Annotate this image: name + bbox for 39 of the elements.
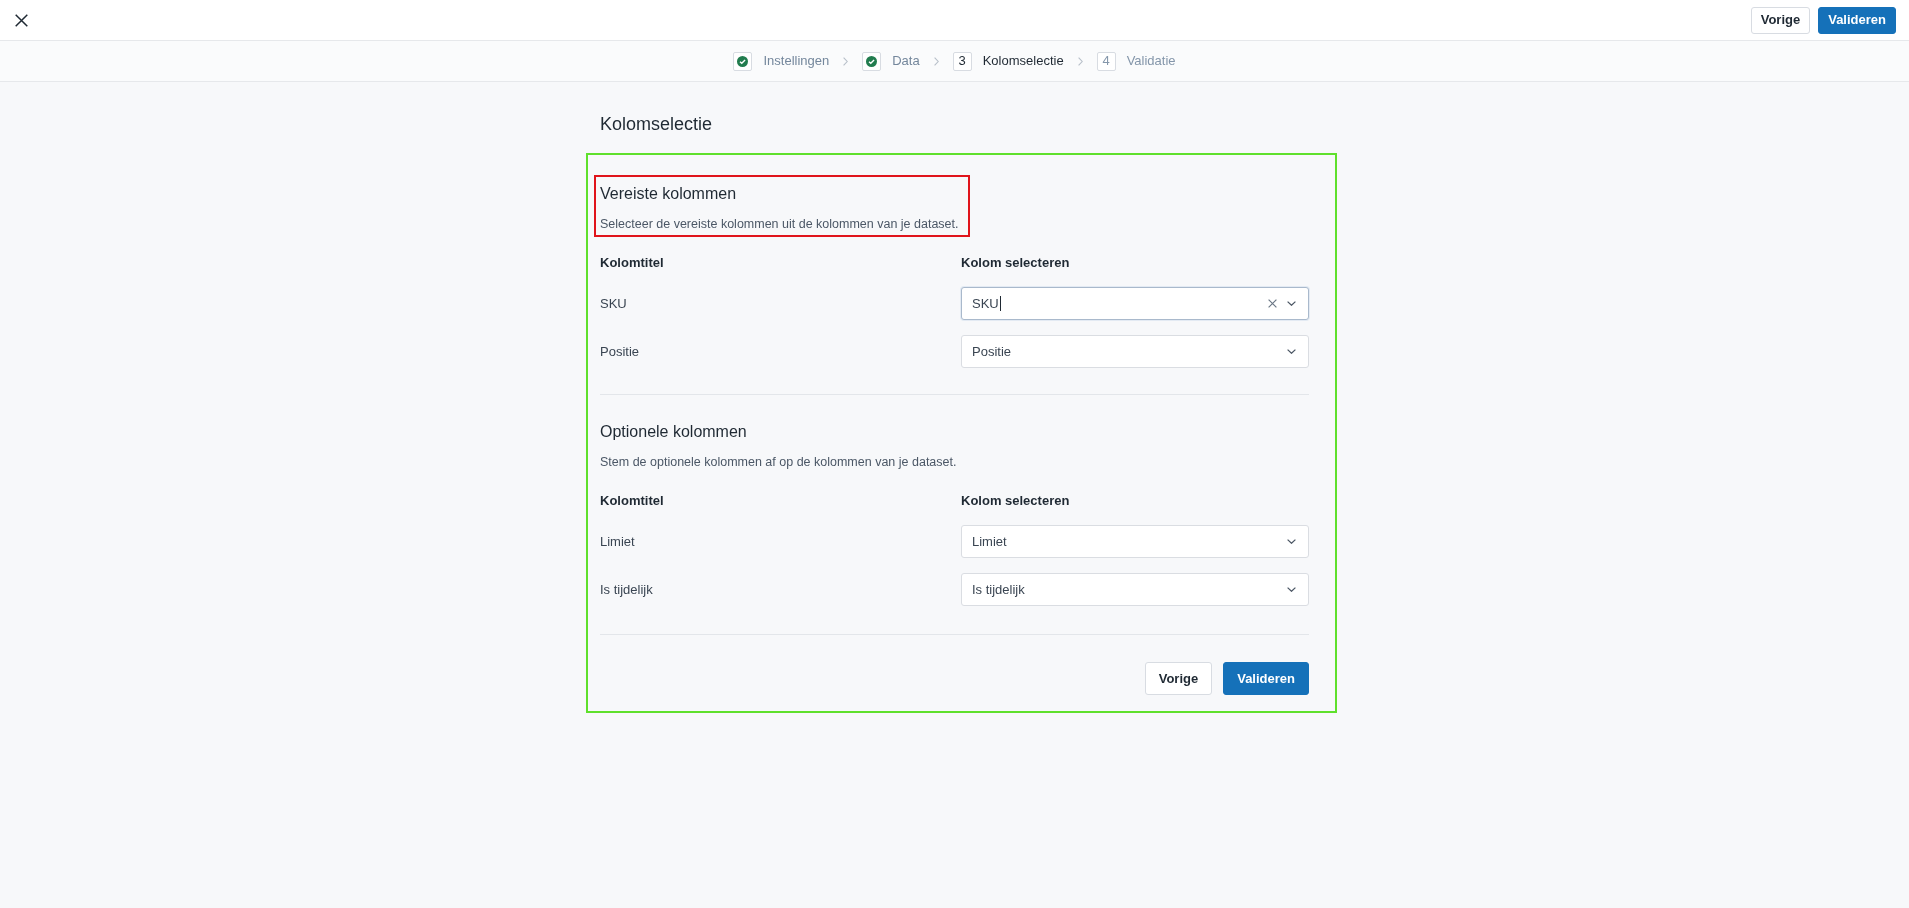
column-select[interactable]: Positie [961, 335, 1309, 368]
back-button[interactable]: Vorige [1144, 662, 1213, 695]
column-title: Is tijdelijk [600, 580, 653, 599]
column-header: Kolomtitel [600, 492, 664, 510]
column-select[interactable]: Is tijdelijk [961, 573, 1309, 606]
section-title: Vereiste kolommen [600, 184, 737, 204]
chevron-right-icon [843, 56, 849, 66]
section-description: Selecteer de vereiste kolommen uit de kolommen van je dataset. [600, 216, 959, 233]
chevron-down-icon[interactable] [1287, 587, 1296, 592]
section-title: Optionele kolommen [600, 422, 747, 442]
column-header: Kolom selecteren [961, 254, 1070, 272]
chevron-down-icon[interactable] [1287, 301, 1296, 306]
column-title: SKU [600, 294, 627, 313]
select-value: Positie [972, 343, 1013, 360]
section-description: Stem de optionele kolommen af op de kolommen van je dataset. [600, 454, 957, 471]
column-select[interactable]: SKU [961, 287, 1309, 320]
close-icon[interactable] [15, 13, 28, 27]
step-label[interactable]: Data [892, 51, 920, 71]
select-value: Limiet [972, 533, 1008, 550]
validate-button[interactable]: Valideren [1818, 6, 1896, 34]
chevron-right-icon [933, 56, 939, 66]
column-header: Kolomtitel [600, 254, 664, 272]
step-label[interactable]: Kolomselectie [982, 51, 1064, 71]
column-select[interactable]: Limiet [961, 525, 1309, 558]
back-button[interactable]: Vorige [1750, 6, 1811, 34]
step-number: 4 [1096, 51, 1116, 71]
column-title: Positie [600, 342, 640, 361]
chevron-right-icon [1077, 56, 1083, 66]
column-title: Limiet [600, 532, 635, 551]
validate-button[interactable]: Valideren [1223, 662, 1309, 695]
step-label[interactable]: Instellingen [763, 51, 830, 71]
step-number: 3 [952, 51, 972, 71]
page-title: Kolomselectie [600, 113, 713, 136]
chevron-down-icon[interactable] [1287, 539, 1296, 544]
select-value: Is tijdelijk [972, 581, 1026, 598]
clear-icon[interactable] [1268, 299, 1277, 308]
select-value: SKU [972, 295, 1002, 312]
column-header: Kolom selecteren [961, 492, 1070, 510]
chevron-down-icon[interactable] [1287, 349, 1296, 354]
